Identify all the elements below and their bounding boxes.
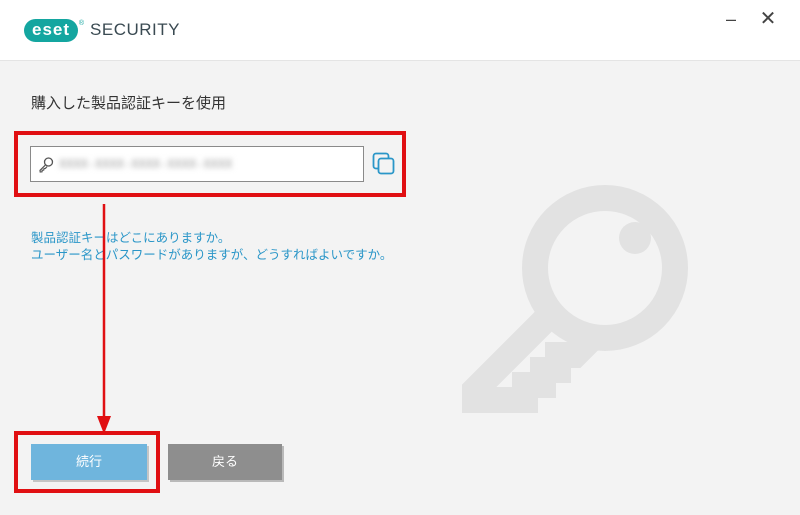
key-watermark-icon [462,185,688,413]
page-heading: 購入した製品認証キーを使用 [31,94,227,112]
continue-button[interactable]: 続行 [31,444,147,480]
key-icon [39,157,54,173]
license-key-field[interactable] [30,146,364,182]
app-title: SECURITY [90,20,180,39]
license-key-input[interactable] [59,151,349,177]
back-button[interactable]: 戻る [168,444,282,480]
guide-arrow [97,204,111,434]
paste-icon[interactable] [372,152,396,176]
username-password-help-link[interactable]: ユーザー名とパスワードがありますが、どうすればよいですか。 [31,244,392,263]
close-button[interactable]: ✕ [750,6,786,32]
title-bar: eset ® SECURITY – ✕ [0,0,800,61]
eset-logo: eset ® [24,18,84,42]
minimize-button[interactable]: – [713,6,749,32]
app-logo: eset ® SECURITY [24,18,180,42]
